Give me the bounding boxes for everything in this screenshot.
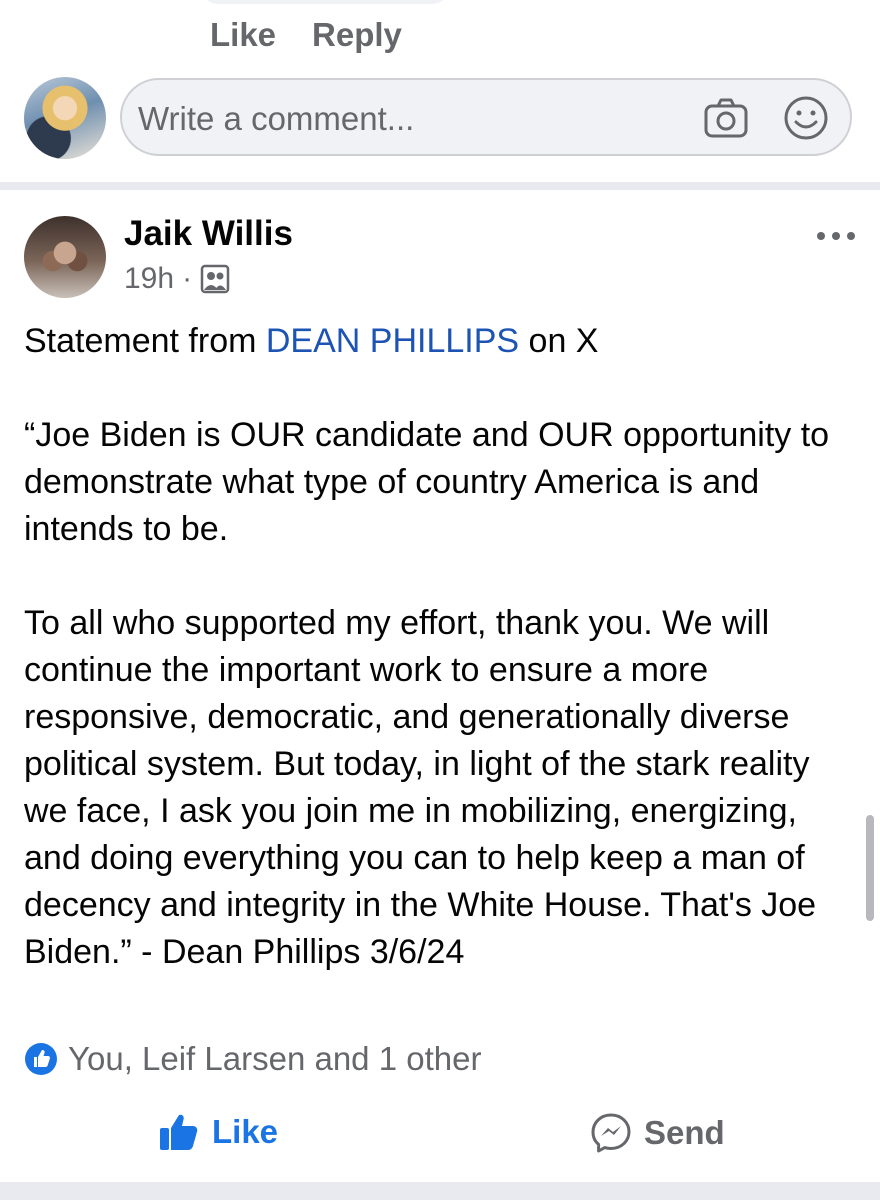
bottom-divider: [0, 1182, 880, 1200]
reaction-summary[interactable]: You, Leif Larsen and 1 other: [24, 1040, 481, 1078]
send-button-label: Send: [644, 1114, 725, 1151]
more-options-icon[interactable]: [814, 224, 858, 248]
mention-link[interactable]: DEAN PHILLIPS: [266, 322, 519, 360]
comment-input[interactable]: Write a comment...: [120, 78, 852, 156]
comment-reply-link[interactable]: Reply: [312, 16, 402, 54]
friends-icon: [200, 264, 230, 294]
author-avatar[interactable]: [24, 216, 106, 298]
post-paragraph-1: “Joe Biden is OUR candidate and OUR oppo…: [24, 416, 830, 548]
messenger-icon: [591, 1113, 631, 1153]
smiley-icon[interactable]: [782, 94, 830, 142]
post-divider: [0, 182, 880, 190]
post-meta: 19h ·: [124, 262, 230, 296]
camera-icon[interactable]: [702, 94, 750, 142]
reaction-text: You, Leif Larsen and 1 other: [68, 1040, 482, 1077]
post-body: Statement from DEAN PHILLIPS on X “Joe B…: [24, 318, 854, 976]
meta-separator: ·: [182, 262, 193, 295]
post-paragraph-2: To all who supported my effort, thank yo…: [24, 604, 817, 971]
like-button-label: Like: [212, 1113, 279, 1150]
previous-comment-actions: Like Reply: [210, 16, 402, 54]
author-name[interactable]: Jaik Willis: [124, 214, 293, 254]
scrollbar-thumb[interactable]: [866, 815, 874, 921]
comment-placeholder: Write a comment...: [138, 100, 415, 137]
comment-like-link[interactable]: Like: [210, 16, 276, 54]
post-intro: Statement from DEAN PHILLIPS on X: [24, 322, 599, 360]
previous-comment-bubble: [200, 0, 450, 4]
post-time[interactable]: 19h: [124, 262, 174, 296]
current-user-avatar[interactable]: [24, 77, 106, 159]
thumbs-up-icon: [160, 1114, 198, 1150]
like-badge-icon: [25, 1043, 57, 1075]
like-button[interactable]: Like: [158, 1112, 278, 1152]
send-button[interactable]: Send: [590, 1112, 725, 1154]
